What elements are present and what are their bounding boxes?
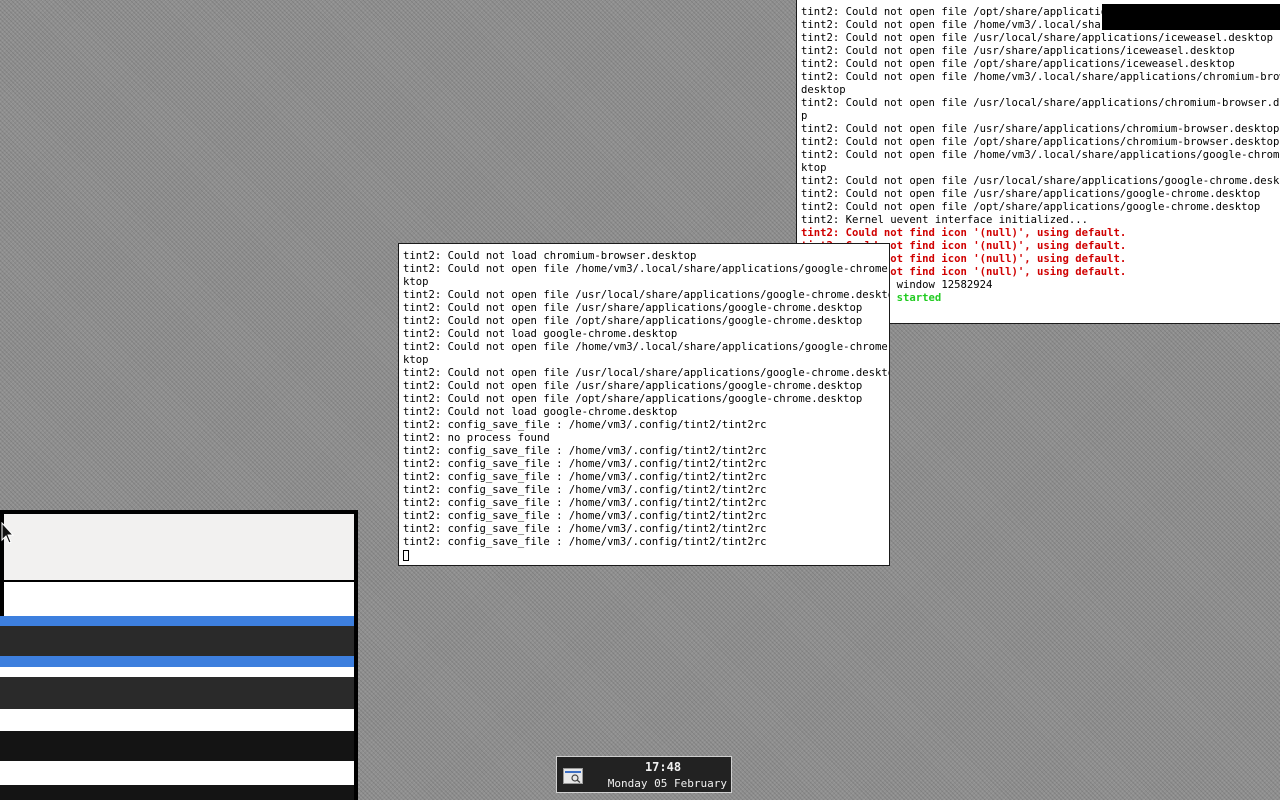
terminal-line: tint2: config_save_file : /home/vm3/.con… [403,510,767,522]
app-window-partial[interactable] [0,510,358,800]
app-window-band[interactable] [0,616,354,626]
terminal-line: p [801,110,808,122]
terminal-line: tint2: Could not open file /opt/share/ap… [801,201,1261,213]
tint2-panel[interactable]: 17:48 Monday 05 February [556,756,732,793]
terminal-output: tint2: Could not load chromium-browser.d… [403,250,889,549]
app-window-band[interactable] [4,582,354,616]
terminal-line: tint2: Could not open file /home/vm3/.lo… [801,149,1280,161]
terminal-line: tint2: Could not open file /home/vm3/.lo… [801,71,1280,83]
app-window-band[interactable] [0,761,354,785]
terminal-line: tint2: no process found [403,432,550,444]
app-window-band[interactable] [0,667,354,677]
terminal-line: tint2: Could not open file /opt/share/ap… [801,136,1280,148]
app-window-band[interactable] [0,709,354,731]
terminal-line: ktop [403,276,429,288]
terminal-line: tint2: Could not open file /usr/share/ap… [801,123,1280,135]
terminal-line: tint2: config_save_file : /home/vm3/.con… [403,419,767,431]
terminal-line: desktop [801,84,846,96]
terminal-line: tint2: Could not open file /usr/share/ap… [403,302,863,314]
terminal-line: tint2: Could not open file /opt/share/ap… [403,393,863,405]
terminal-line: tint2: Could not open file /usr/local/sh… [801,32,1273,44]
terminal-prompt[interactable] [403,549,889,562]
terminal-line: tint2: Could not open file /home/vm3/.lo… [403,263,890,275]
terminal-line: tint2: Could not open file /usr/share/ap… [801,188,1261,200]
terminal-line: tint2: Could not open file /usr/local/sh… [403,367,890,379]
terminal-line: tint2: config_save_file : /home/vm3/.con… [403,497,767,509]
terminal-line: tint2: Could not open file /opt/share/ap… [403,315,863,327]
app-window-band[interactable] [0,677,354,709]
terminal-line: tint2: Could not open file /usr/share/ap… [801,45,1235,57]
terminal-line: tint2: Kernel uevent interface initializ… [801,214,1089,226]
terminal-line: tint2: config_save_file : /home/vm3/.con… [403,458,767,470]
terminal-line: tint2: Could not open file /usr/local/sh… [801,97,1280,109]
terminal-line: tint2: Could not load google-chrome.desk… [403,406,678,418]
clock-time[interactable]: 17:48 [557,760,733,774]
app-window-band[interactable] [4,540,354,580]
app-window-band[interactable] [0,626,354,656]
terminal-line: tint2: config_save_file : /home/vm3/.con… [403,445,767,457]
terminal-line: tint2: Could not open file /usr/local/sh… [403,289,890,301]
terminal-line: ktop [403,354,429,366]
terminal-line: tint2: Could not open file /usr/local/sh… [801,175,1280,187]
redaction-block [1102,4,1280,30]
terminal-line: tint2: Could not load google-chrome.desk… [403,328,678,340]
app-window-band[interactable] [0,785,354,800]
app-window-band[interactable] [0,656,354,667]
terminal-line: tint2: Could not open file /usr/share/ap… [403,380,863,392]
app-window-band[interactable] [4,514,354,540]
terminal-line: tint2: Could not find icon '(null)', usi… [801,227,1127,239]
terminal-line: tint2: Could not load chromium-browser.d… [403,250,697,262]
terminal-window-main[interactable]: tint2: Could not load chromium-browser.d… [398,243,890,566]
text-cursor [403,549,409,561]
app-window-band[interactable] [0,731,354,761]
terminal-line: tint2: config_save_file : /home/vm3/.con… [403,471,767,483]
mouse-pointer-icon [1,522,15,544]
terminal-line: tint2: config_save_file : /home/vm3/.con… [403,523,767,535]
clock-date: Monday 05 February [607,777,727,790]
terminal-line: tint2: config_save_file : /home/vm3/.con… [403,536,767,548]
terminal-line: ktop [801,162,827,174]
terminal-line: tint2: Could not open file /home/vm3/.lo… [403,341,890,353]
terminal-line: tint2: Could not open file /opt/share/ap… [801,58,1235,70]
terminal-line: tint2: config_save_file : /home/vm3/.con… [403,484,767,496]
